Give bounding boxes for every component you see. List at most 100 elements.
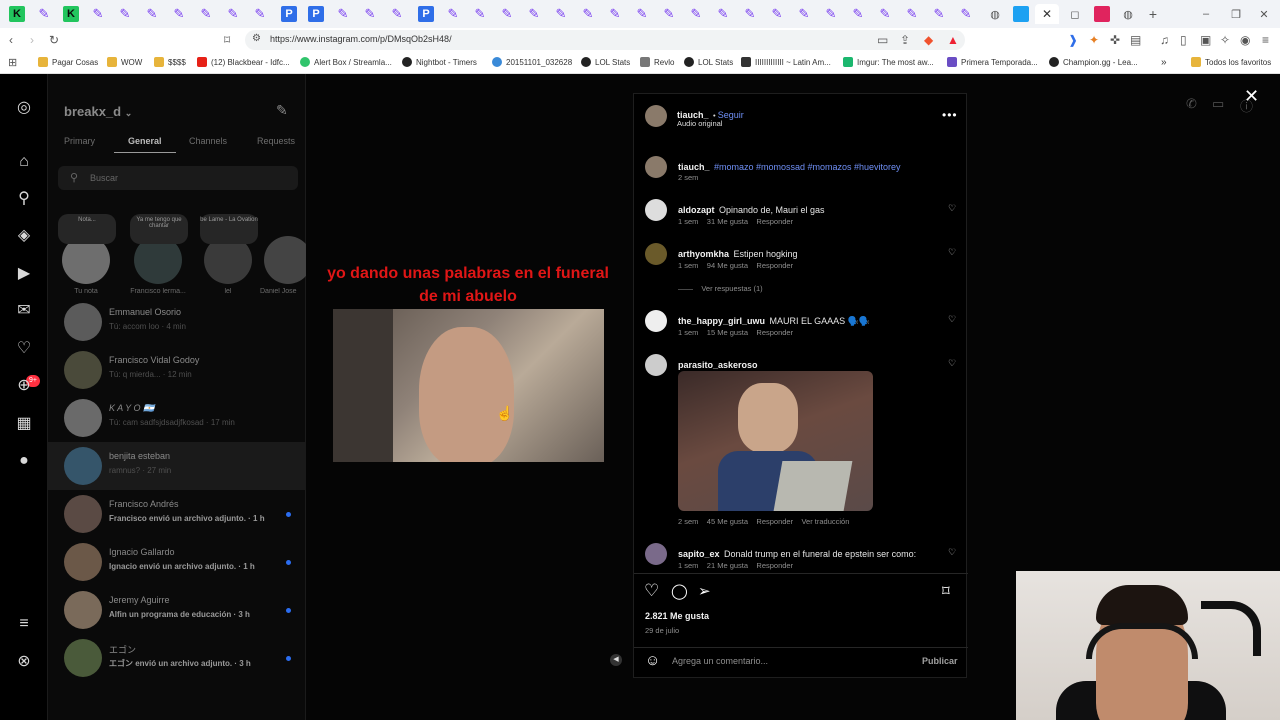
tab-favicon-pen[interactable]: ✎ (90, 6, 106, 22)
conversation-item[interactable]: Francisco Andrés Francisco envió un arch… (48, 490, 306, 538)
author-avatar[interactable] (645, 105, 667, 127)
search-icon[interactable]: ⚲ (14, 189, 34, 209)
video-player[interactable]: ☝ (333, 309, 604, 462)
conversation-item[interactable]: エゴン エゴン envió un archivo adjunto. · 3 h (48, 634, 306, 682)
tab-favicon-pen[interactable]: ✎ (472, 6, 488, 22)
mute-toggle-icon[interactable]: ◀ (610, 654, 622, 666)
window-close-icon[interactable]: ✕ (1256, 6, 1272, 22)
explore-icon[interactable]: ◈ (14, 226, 34, 246)
tab-favicon-pen[interactable]: ✎ (769, 6, 785, 22)
leo-icon[interactable]: ✧ (1220, 33, 1230, 47)
rewards-icon[interactable]: ▲ (947, 33, 959, 47)
more-bookmarks-icon[interactable]: » (1161, 57, 1167, 68)
vpn-icon[interactable]: ◉ (1240, 33, 1250, 47)
minimize-icon[interactable]: – (1198, 6, 1214, 22)
bookmark-link[interactable]: Revlo (640, 57, 674, 67)
brave-shield-icon[interactable]: ◆ (924, 33, 933, 47)
bookmark-link[interactable]: Primera Temporada... (947, 57, 1038, 67)
tab-favicon-pen[interactable]: ✎ (117, 6, 133, 22)
share-icon[interactable]: ⇪ (900, 33, 910, 47)
bookmark-link[interactable]: IIIIIIIIIIIII ~ Latin Am... (741, 57, 831, 67)
see-translation-button[interactable]: Ver traducción (801, 517, 849, 526)
story-note[interactable]: Nota... Tu nota (54, 206, 118, 295)
menu-icon[interactable]: ≡ (1262, 33, 1269, 47)
tab-requests[interactable]: Requests (257, 136, 295, 146)
music-icon[interactable]: ♫ (1160, 33, 1169, 47)
reply-button[interactable]: Responder (756, 261, 793, 270)
tab-favicon-pen[interactable]: ✎ (335, 6, 351, 22)
tab-favicon-pen[interactable]: ✎ (198, 6, 214, 22)
commenter-avatar[interactable] (645, 354, 667, 376)
tab-favicon-pen[interactable]: ✎ (580, 6, 596, 22)
tab-favicon-pen[interactable]: ✎ (742, 6, 758, 22)
forward-icon[interactable]: › (30, 33, 34, 47)
tab-favicon-pen[interactable]: ✎ (362, 6, 378, 22)
restore-icon[interactable]: ❐ (1228, 6, 1244, 22)
comment-likes[interactable]: 15 Me gusta (707, 328, 748, 337)
reels-icon[interactable]: ▶ (14, 264, 34, 284)
tab-favicon-pen[interactable]: ✎ (931, 6, 947, 22)
tab-favicon-pen[interactable]: ✎ (634, 6, 650, 22)
tab-favicon-globe[interactable]: ◍ (1120, 6, 1136, 22)
extensions-puzzle-icon[interactable]: ✜ (1110, 33, 1120, 47)
reply-button[interactable]: Responder (756, 561, 793, 570)
caption-author[interactable]: tiauch_ (678, 162, 710, 172)
like-comment-heart-icon[interactable]: ♡ (948, 203, 956, 214)
media-icon[interactable]: ▤ (1130, 33, 1141, 47)
tab-favicon-pen[interactable]: ✎ (715, 6, 731, 22)
bookmark-link[interactable]: LOL Stats (581, 57, 630, 67)
tab-favicon-pen[interactable]: ✎ (904, 6, 920, 22)
story-note[interactable]: Daniel Jose (260, 206, 306, 295)
tab-favicon-pen[interactable]: ✎ (225, 6, 241, 22)
tab-favicon-instagram[interactable]: ◻ (1067, 6, 1083, 22)
conversation-item[interactable]: K A Y O 🇦🇷 Tú: cam sadfsjdsadjfkosad · 1… (48, 394, 306, 442)
compose-message-icon[interactable]: ✎ (276, 102, 288, 119)
close-modal-icon[interactable]: ✕ (1244, 86, 1259, 107)
tab-favicon-pen[interactable]: ✎ (389, 6, 405, 22)
tab-favicon-k[interactable]: K (9, 6, 25, 22)
story-note[interactable]: Ya me tengo que chantar Francisco lerma.… (126, 206, 190, 295)
tab-favicon-pen[interactable]: ✎ (171, 6, 187, 22)
view-replies-button[interactable]: —— Ver respuestas (1) (678, 284, 763, 293)
comment-likes[interactable]: 31 Me gusta (707, 217, 748, 226)
tab-favicon-blue[interactable] (1013, 6, 1029, 22)
audio-label[interactable]: Audio original (677, 119, 722, 128)
dashboard-icon[interactable]: ▦ (14, 414, 34, 434)
extension-icon[interactable]: ✦ (1089, 33, 1099, 47)
emoji-icon[interactable]: ☺ (645, 652, 660, 669)
bookmark-link[interactable]: (12) Blackbear - Idfc... (197, 57, 290, 67)
tab-favicon-pen[interactable]: ✎ (607, 6, 623, 22)
bookmark-link[interactable]: 20151101_032628 (492, 57, 572, 67)
messages-icon[interactable]: ✉ (14, 301, 34, 321)
conversation-item[interactable]: Francisco Vidal Godoy Tú: q mierda... · … (48, 346, 306, 394)
like-comment-heart-icon[interactable]: ♡ (948, 547, 956, 558)
bookmark-folder[interactable]: WOW (107, 57, 142, 67)
bookmark-link[interactable]: Imgur: The most aw... (843, 57, 934, 67)
tab-favicon-pen[interactable]: ✎ (958, 6, 974, 22)
bookmark-page-icon[interactable]: ⌑ (224, 33, 230, 47)
tab-favicon-p[interactable]: P (281, 6, 297, 22)
like-comment-heart-icon[interactable]: ♡ (948, 314, 956, 325)
account-username[interactable]: breakx_d ⌄ (64, 104, 132, 119)
create-icon[interactable]: ⊕ (14, 376, 34, 396)
commenter-avatar[interactable] (645, 543, 667, 565)
save-bookmark-icon[interactable]: ⌑ (942, 582, 950, 600)
instagram-logo-icon[interactable]: ◎ (14, 98, 34, 118)
back-icon[interactable]: ‹ (9, 33, 13, 47)
wallet-icon[interactable]: ▣ (1200, 33, 1211, 47)
tab-favicon-pen[interactable]: ✎ (661, 6, 677, 22)
reply-button[interactable]: Responder (756, 517, 793, 526)
tab-general[interactable]: General (128, 136, 162, 146)
bookmark-folder[interactable]: Pagar Cosas (38, 57, 98, 67)
tab-favicon-pen[interactable]: ✎ (553, 6, 569, 22)
sidebar-icon[interactable]: ▯ (1180, 33, 1187, 47)
tab-channels[interactable]: Channels (189, 136, 227, 146)
share-send-icon[interactable]: ➢ (698, 582, 711, 600)
tab-favicon-pen[interactable]: ✎ (877, 6, 893, 22)
comment-likes[interactable]: 94 Me gusta (707, 261, 748, 270)
home-icon[interactable]: ⌂ (14, 152, 34, 172)
tab-favicon-pen[interactable]: ✎ (445, 6, 461, 22)
profile-avatar[interactable]: ● (14, 451, 34, 471)
comment-gif-image[interactable] (678, 371, 873, 511)
bookmark-link[interactable]: Alert Box / Streamla... (300, 57, 392, 67)
